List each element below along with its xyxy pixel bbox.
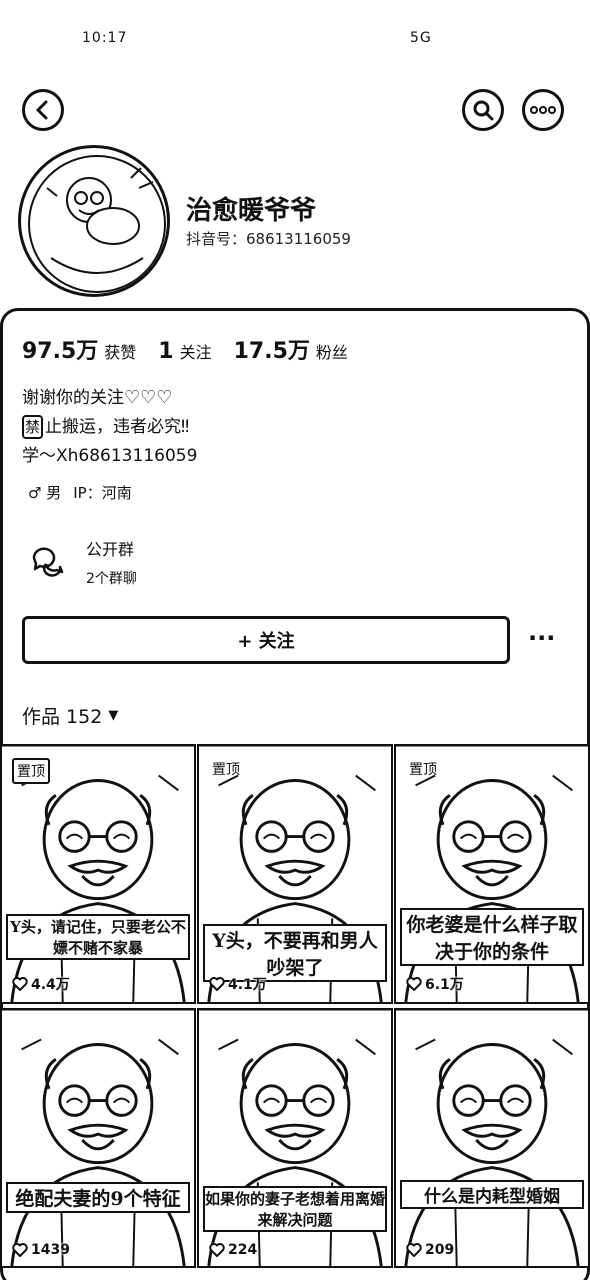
- like-count-value: 4.4万: [31, 977, 70, 993]
- like-count-value: 224: [228, 1242, 258, 1258]
- video-tile[interactable]: 置顶 Y头，请记住，只要老公不嫖不赌不家暴 4.4万: [0, 744, 196, 1004]
- works-label: 作品 152: [22, 706, 103, 728]
- bio-line-1: 谢谢你的关注♡♡♡: [22, 383, 197, 413]
- heart-outline-icon: [406, 977, 422, 991]
- like-count: 6.1万: [406, 974, 464, 994]
- video-grid: 置顶 Y头，请记住，只要老公不嫖不赌不家暴 4.4万 置顶 Y头，不要再和男人吵架了 4…: [0, 744, 590, 1280]
- follow-button[interactable]: + 关注: [22, 616, 510, 664]
- video-tile[interactable]: 什么是内耗型婚姻 209: [394, 1008, 590, 1268]
- bio-line-2: 禁止搬运，违者必究‼: [22, 413, 197, 442]
- works-tab[interactable]: 作品 152 ▼: [22, 702, 118, 729]
- stat-followers-label: 粉丝: [315, 343, 348, 362]
- public-group-entry[interactable]: 公开群 2个群聊: [30, 536, 137, 588]
- like-count-value: 209: [425, 1242, 455, 1258]
- stat-likes[interactable]: 97.5万 获赞: [22, 333, 136, 365]
- bio-line-3: 学～Xh68613116059: [22, 446, 198, 466]
- grandpa-illustration: [2, 746, 194, 1002]
- bio-thanks-text: 谢谢你的关注: [22, 388, 124, 408]
- like-count: 1439: [12, 1242, 70, 1258]
- like-count-value: 1439: [31, 1242, 70, 1258]
- bio: 谢谢你的关注♡♡♡ 禁止搬运，违者必究‼ 学～Xh68613116059: [22, 383, 197, 471]
- profile-name: 治愈暖爷爷: [186, 196, 317, 226]
- meta-row: ♂ 男 IP：河南: [28, 482, 132, 503]
- search-button[interactable]: [462, 89, 504, 131]
- video-caption: 什么是内耗型婚姻: [400, 1180, 584, 1209]
- status-time: 10:17: [82, 30, 128, 46]
- pinned-badge: 置顶: [409, 762, 437, 778]
- double-exclamation-icon: ‼: [181, 417, 190, 437]
- group-title: 公开群: [86, 540, 135, 559]
- grandpa-illustration: [2, 1010, 194, 1266]
- status-bar: 10:17 5G: [0, 0, 590, 80]
- bio-notice-text: 止搬运，违者必究: [45, 417, 182, 437]
- ban-badge: 禁: [22, 415, 44, 439]
- like-count-value: 6.1万: [425, 977, 464, 993]
- stat-likes-label: 获赞: [104, 343, 137, 362]
- video-caption: 你老婆是什么样子取决于你的条件: [400, 908, 584, 966]
- pinned-badge: 置顶: [212, 762, 240, 778]
- stat-following-value: 1: [158, 339, 174, 364]
- video-caption: 如果你的妻子老想着用离婚来解决问题: [203, 1186, 387, 1232]
- pinned-badge: 置顶: [12, 758, 50, 784]
- heart-outline-icon: [12, 1243, 28, 1257]
- triangle-down-icon: ▼: [108, 708, 119, 723]
- gender-tag: ♂ 男: [28, 484, 62, 502]
- more-button[interactable]: [522, 89, 564, 131]
- heart-outline-icon: [12, 977, 28, 991]
- stat-following[interactable]: 1 关注: [158, 339, 211, 364]
- stats-row: 97.5万 获赞 1 关注 17.5万 粉丝: [22, 333, 370, 365]
- avatar[interactable]: [18, 145, 170, 297]
- video-caption: 绝配夫妻的9个特征: [6, 1182, 190, 1213]
- video-tile[interactable]: 绝配夫妻的9个特征 1439: [0, 1008, 196, 1268]
- video-tile[interactable]: 置顶 Y头，不要再和男人吵架了 4.1万: [197, 744, 393, 1004]
- heart-icon: ♡♡♡: [124, 387, 173, 408]
- status-signal: 5G: [410, 30, 432, 46]
- group-chat-icon: [32, 547, 64, 577]
- grandpa-illustration: [396, 1010, 588, 1266]
- stat-following-label: 关注: [179, 343, 212, 362]
- back-button[interactable]: [22, 89, 64, 131]
- stat-likes-value: 97.5万: [22, 339, 99, 364]
- heart-outline-icon: [406, 1243, 422, 1257]
- stat-followers-value: 17.5万: [233, 339, 310, 364]
- account-id[interactable]: 抖音号：68613116059: [186, 228, 351, 249]
- ip-location: IP：河南: [73, 484, 132, 502]
- like-count-value: 4.1万: [228, 977, 267, 993]
- search-icon: [473, 100, 494, 121]
- like-count: 4.1万: [209, 974, 267, 994]
- like-count: 4.4万: [12, 974, 70, 994]
- stat-followers[interactable]: 17.5万 粉丝: [234, 333, 348, 365]
- like-count: 224: [209, 1242, 257, 1258]
- group-subtitle: 2个群聊: [86, 571, 137, 587]
- heart-outline-icon: [209, 1243, 225, 1257]
- video-caption: Y头，请记住，只要老公不嫖不赌不家暴: [6, 914, 190, 960]
- heart-outline-icon: [209, 977, 225, 991]
- chevron-left-icon: [36, 100, 48, 120]
- more-dots-icon: [530, 106, 556, 114]
- video-tile[interactable]: 置顶你老婆是什么样子取决于你的条件 6.1万: [394, 744, 590, 1004]
- more-actions-button[interactable]: ···: [528, 624, 555, 652]
- like-count: 209: [406, 1242, 454, 1258]
- video-tile[interactable]: 如果你的妻子老想着用离婚来解决问题 224: [197, 1008, 393, 1268]
